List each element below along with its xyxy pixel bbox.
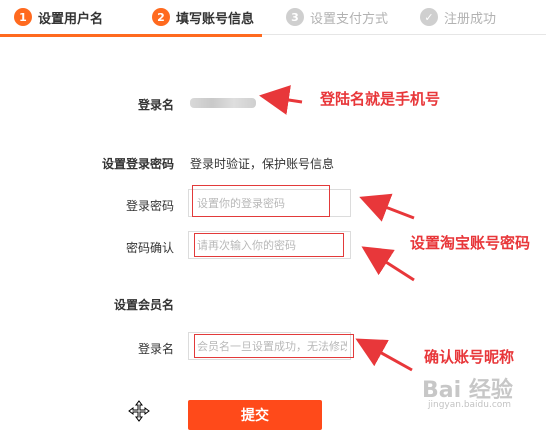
check-icon: ✓	[420, 8, 438, 26]
step-number: 2	[152, 8, 170, 26]
step-number: 3	[286, 8, 304, 26]
step-label: 注册成功	[444, 11, 497, 27]
step-set-payment: 3 设置支付方式	[286, 0, 388, 34]
confirm-password-label: 密码确认	[125, 241, 174, 255]
member-name-section-title: 设置会员名	[113, 298, 174, 312]
member-name-field[interactable]	[188, 332, 351, 360]
registration-steps: 1 设置用户名 2 填写账号信息 3 设置支付方式 ✓ 注册成功	[0, 0, 546, 37]
arrow-to-member-name	[355, 338, 413, 372]
step-set-username: 1 设置用户名	[14, 0, 103, 34]
arrow-to-login-name	[259, 85, 303, 115]
step-register-success: ✓ 注册成功	[420, 0, 496, 34]
annotation-phone-note: 登陆名就是手机号	[320, 90, 441, 108]
login-password-desc: 登录时验证，保护账号信息	[190, 157, 335, 171]
progress-underline	[0, 34, 262, 37]
step-label: 设置用户名	[38, 11, 104, 27]
step-number: 1	[14, 8, 32, 26]
annotation-password-note: 设置淘宝账号密码	[410, 234, 531, 252]
arrow-to-password	[359, 193, 415, 222]
member-name-input[interactable]	[197, 337, 347, 355]
step-label: 填写账号信息	[176, 11, 255, 27]
annotation-nickname-note: 确认账号昵称	[424, 348, 515, 366]
blurred-phone-number	[190, 98, 256, 108]
move-cursor-icon	[128, 400, 150, 422]
password-label: 登录密码	[125, 199, 174, 213]
password-input[interactable]	[197, 194, 337, 212]
confirm-password-field[interactable]	[188, 231, 351, 259]
step-fill-account-info: 2 填写账号信息	[152, 0, 254, 34]
step-label: 设置支付方式	[310, 11, 389, 27]
baidu-watermark: Bai 经验 jingyan.baidu.com	[422, 372, 542, 416]
confirm-password-input[interactable]	[197, 236, 337, 254]
watermark-url: jingyan.baidu.com	[428, 400, 512, 410]
login-name-label: 登录名	[137, 98, 174, 112]
password-field[interactable]	[188, 189, 351, 217]
arrow-to-confirm	[361, 246, 415, 282]
login-password-section-title: 设置登录密码	[101, 157, 174, 171]
member-name-label: 登录名	[137, 342, 174, 356]
